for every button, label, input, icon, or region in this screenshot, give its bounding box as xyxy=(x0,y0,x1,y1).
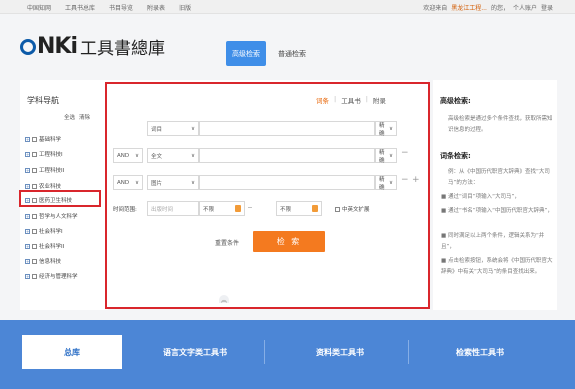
subject-item[interactable]: + 哲学与人文科学 xyxy=(25,212,78,220)
help-bullet: ■ 点击检索按钮，系统会将《中国历代职官大辞典》中有关“大司马”的条目查找出来。 xyxy=(441,258,553,275)
expand-icon[interactable]: + xyxy=(25,258,30,264)
expand-icon[interactable]: + xyxy=(25,273,30,279)
subject-nav-ops: 全选 清除 xyxy=(64,111,129,125)
site-logo[interactable]: NKi 工具書總庫 xyxy=(20,33,165,59)
divider xyxy=(264,340,265,364)
help-entry-title: 词条检索: xyxy=(440,152,471,160)
checkbox[interactable] xyxy=(32,258,37,264)
checkbox[interactable] xyxy=(32,243,37,249)
nav-catalog[interactable]: 书目导览 xyxy=(109,3,133,12)
checkbox[interactable] xyxy=(32,228,37,234)
nav-appendix[interactable]: 附录表 xyxy=(147,3,165,12)
tab-normal-search[interactable]: 普通检索 xyxy=(272,41,312,66)
subject-item[interactable]: + 经济与管理科学 xyxy=(25,272,78,280)
tab-language-tools[interactable]: 语言文字类工具书 xyxy=(140,335,250,369)
highlight-box-subject xyxy=(19,190,101,207)
highlight-box-search-form xyxy=(105,82,430,309)
expand-icon[interactable]: + xyxy=(25,243,30,249)
login-link[interactable]: 登录 xyxy=(541,3,553,12)
select-all-link[interactable]: 全选 xyxy=(64,113,75,121)
clear-link[interactable]: 清除 xyxy=(79,113,90,121)
expand-icon[interactable]: + xyxy=(25,136,30,142)
subject-item[interactable]: + 基础科学 xyxy=(25,135,61,143)
nav-cnki[interactable]: 中国知网 xyxy=(27,3,51,12)
cnki-logo-icon: NKi xyxy=(20,34,78,59)
checkbox[interactable] xyxy=(32,213,37,219)
subject-item[interactable]: + 工程科技I xyxy=(25,150,63,158)
expand-icon[interactable]: + xyxy=(25,151,30,157)
checkbox[interactable] xyxy=(32,273,37,279)
help-bullet: ■ 同时满足以上两个条件，逻辑关系为“并且”， xyxy=(441,233,545,250)
subject-item[interactable]: + 信息科技 xyxy=(25,257,61,265)
checkbox[interactable] xyxy=(32,136,37,142)
nav-old-version[interactable]: 旧版 xyxy=(179,3,191,12)
expand-icon[interactable]: + xyxy=(25,183,30,189)
checkbox[interactable] xyxy=(32,183,37,189)
help-adv-title: 高级检索: xyxy=(440,97,471,105)
help-entry-intro: 例：从《中国历代职官大辞典》查找“大司马”的方法： xyxy=(448,169,550,186)
subject-nav-title: 学科导航 xyxy=(27,96,59,105)
expand-icon[interactable]: + xyxy=(25,167,30,173)
top-nav: 中国知网 工具书总库 书目导览 附录表 旧版 xyxy=(27,3,191,12)
user-area: 欢迎来自 黑龙江工程... 的您， 个人账户 登录 xyxy=(423,3,553,12)
nav-tools[interactable]: 工具书总库 xyxy=(65,3,95,12)
tab-advanced-search[interactable]: 高级检索 xyxy=(226,41,266,66)
expand-icon[interactable]: + xyxy=(25,213,30,219)
tab-reference-tools[interactable]: 资料类工具书 xyxy=(285,335,395,369)
subject-item[interactable]: + 工程科技II xyxy=(25,166,64,174)
subject-item[interactable]: + 社会科学I xyxy=(25,227,63,235)
tab-all-library[interactable]: 总库 xyxy=(22,335,122,369)
checkbox[interactable] xyxy=(32,167,37,173)
help-bullet: ■ 通过“词目”项输入“大司马”， xyxy=(441,194,520,200)
personal-account-link[interactable]: 个人账户 xyxy=(513,3,537,12)
welcome-text: 欢迎来自 xyxy=(423,5,448,12)
greet-text: 的您， xyxy=(490,5,509,12)
top-bar: 中国知网 工具书总库 书目导览 附录表 旧版 欢迎来自 黑龙江工程... 的您，… xyxy=(0,0,575,14)
help-bullet: ■ 通过“书名”项输入“中国历代职官大辞典”， xyxy=(441,208,553,214)
help-adv-text: 高级检索是通过多个条件查找，获取所需知识信息的过程。 xyxy=(448,116,553,133)
checkbox[interactable] xyxy=(32,151,37,157)
org-link[interactable]: 黑龙江工程... xyxy=(451,3,487,12)
logo-title: 工具書總庫 xyxy=(80,38,166,59)
tab-retrieval-tools[interactable]: 检索性工具书 xyxy=(425,335,535,369)
subject-item[interactable]: + 农业科技 xyxy=(25,182,61,190)
subject-item[interactable]: + 社会科学II xyxy=(25,242,64,250)
expand-icon[interactable]: + xyxy=(25,228,30,234)
divider xyxy=(408,340,409,364)
